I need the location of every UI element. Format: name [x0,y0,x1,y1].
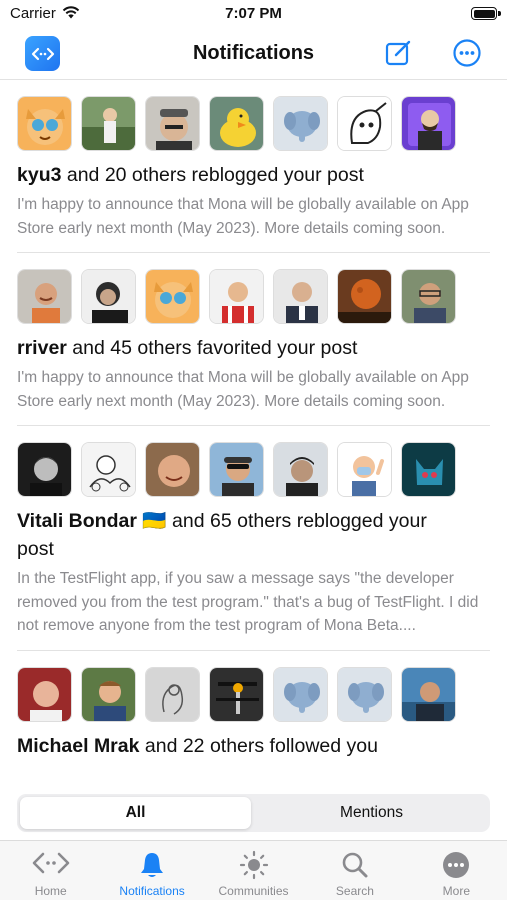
post-excerpt: I'm happy to announce that Mona will be … [17,369,469,410]
status-bar: Carrier 7:07 PM [0,0,507,28]
magnifier-icon [340,850,370,885]
avatar[interactable] [401,96,456,151]
avatar[interactable] [273,666,328,722]
avatar[interactable] [209,442,264,497]
actor-name[interactable]: Michael Mrak [17,735,139,757]
avatar[interactable] [273,269,328,324]
segmented-control: All Mentions [17,794,490,832]
avatar[interactable] [337,442,392,497]
tab-notifications[interactable]: Notifications [101,841,202,900]
segment-mentions[interactable]: Mentions [256,797,487,829]
actor-name[interactable]: kyu3 [17,164,61,186]
notification-headline: kyu3 and 20 others reblogged your post [17,161,457,189]
notification-headline: rriver and 45 others favorited your post [17,334,457,362]
actor-name[interactable]: Vitali Bondar [17,510,137,532]
notification-headline: Vitali Bondar 🇺🇦 and 65 others reblogged… [17,507,457,563]
sun-icon [239,850,269,885]
notification-item[interactable]: Vitali Bondar 🇺🇦 and 65 others reblogged… [17,426,490,651]
avatar[interactable] [81,666,136,722]
notification-headline: Michael Mrak and 22 others followed you [17,732,457,760]
notification-item[interactable]: kyu3 and 20 others reblogged your post I… [17,80,490,253]
segment-all[interactable]: All [20,797,251,829]
avatar[interactable] [273,96,328,151]
avatar[interactable] [17,269,72,324]
tab-label: Search [335,884,374,898]
battery-tip [498,11,501,16]
avatar[interactable] [337,269,392,324]
avatar[interactable] [209,666,264,722]
tab-label: More [442,884,470,898]
avatar[interactable] [337,666,392,722]
avatar-row [17,269,490,324]
notification-item[interactable]: Michael Mrak and 22 others followed you [17,651,490,772]
clock: 7:07 PM [225,5,282,22]
avatar[interactable] [337,96,392,151]
avatar[interactable] [209,96,264,151]
battery-icon [471,7,497,20]
notifications-feed[interactable]: kyu3 and 20 others reblogged your post I… [0,80,507,786]
avatar-row [17,96,490,151]
avatar-row [17,442,490,497]
avatar[interactable] [145,442,200,497]
avatar[interactable] [273,442,328,497]
page-title: Notifications [192,42,315,64]
avatar[interactable] [17,666,72,722]
notification-action: and 45 others favorited your post [66,337,358,359]
compose-icon[interactable] [384,38,414,73]
avatar[interactable] [145,96,200,151]
avatar[interactable] [81,269,136,324]
ellipsis-circle-icon [441,850,471,885]
avatar[interactable] [145,269,200,324]
post-excerpt: In the TestFlight app, if you saw a mess… [17,570,479,634]
tab-label: Home [34,884,67,898]
notification-action: and 20 others reblogged your post [61,164,364,186]
notification-action: and 22 others followed you [139,734,378,757]
notification-item[interactable]: rriver and 45 others favorited your post… [17,253,490,426]
post-excerpt: I'm happy to announce that Mona will be … [17,196,469,237]
avatar[interactable] [17,442,72,497]
avatar[interactable] [401,269,456,324]
avatar[interactable] [401,666,456,722]
tab-home[interactable]: Home [0,841,101,900]
avatar[interactable] [401,442,456,497]
actor-flag: 🇺🇦 [142,510,167,532]
avatar[interactable] [81,96,136,151]
tab-label: Notifications [119,884,185,898]
avatar[interactable] [81,442,136,497]
tab-communities[interactable]: Communities [203,841,304,900]
home-arrows-icon [31,850,71,881]
tab-search[interactable]: Search [304,841,405,900]
tab-label: Communities [218,884,289,898]
avatar[interactable] [17,96,72,151]
tab-bar: Home Notifications Communities Search Mo… [0,840,507,900]
actor-name[interactable]: rriver [17,337,67,359]
avatar-row [17,666,490,722]
bell-icon [137,850,167,885]
avatar[interactable] [209,269,264,324]
more-options-icon[interactable] [452,38,482,73]
avatar[interactable] [145,666,200,722]
tab-more[interactable]: More [406,841,507,900]
nav-bar: Notifications [0,28,507,80]
